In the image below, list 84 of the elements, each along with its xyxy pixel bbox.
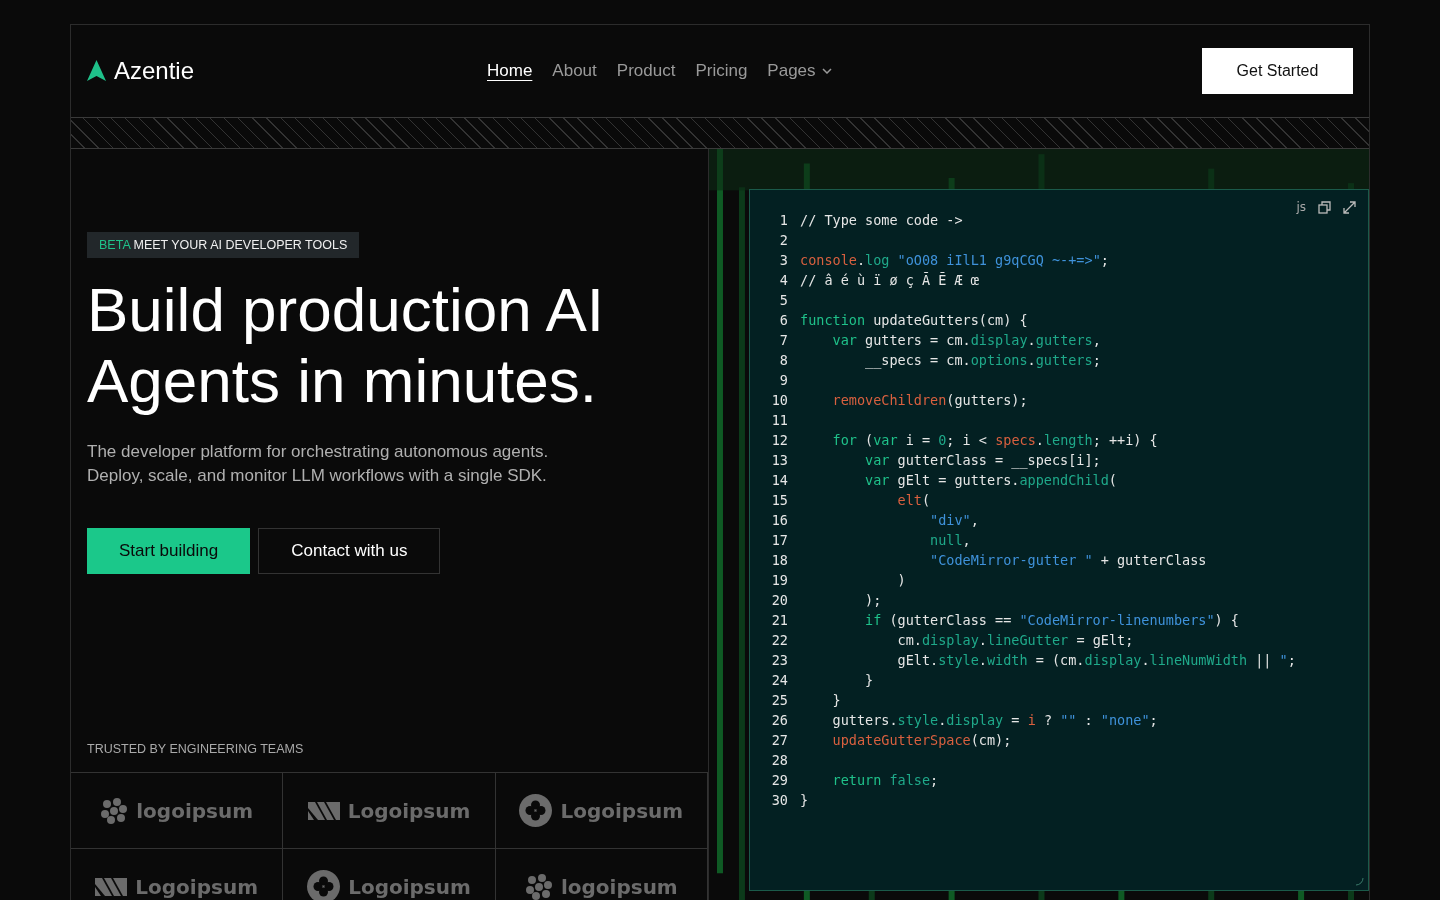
logo-name: Logoipsum bbox=[347, 798, 471, 823]
resize-handle-icon[interactable] bbox=[1354, 876, 1364, 886]
line-number: 21 bbox=[770, 612, 789, 628]
nav-link[interactable]: Pages bbox=[767, 61, 832, 81]
line-number: 1 bbox=[778, 212, 789, 228]
line-number: 20 bbox=[770, 592, 789, 608]
contact-button[interactable]: Contact with us bbox=[258, 528, 441, 574]
code-line: updateGutterSpace(cm); bbox=[831, 732, 1012, 748]
start-building-button[interactable]: Start building bbox=[87, 528, 251, 574]
code-line: console.log "oO08 iIlL1 g9qCGQ ~-+=>"; bbox=[800, 252, 1109, 268]
line-number: 25 bbox=[770, 692, 789, 708]
code-line: gElt.style.width = (cm.display.lineNumWidth || "; bbox=[896, 652, 1296, 668]
code-line: } bbox=[864, 672, 874, 688]
line-number: 28 bbox=[770, 752, 789, 768]
code-line: "CodeMirror-gutter " + gutterClass bbox=[929, 552, 1207, 568]
code-line: if (gutterClass == "CodeMirror-linenumbers") { bbox=[864, 612, 1239, 628]
line-number: 18 bbox=[770, 552, 789, 568]
stripes-logo-icon bbox=[307, 801, 340, 820]
brand-name[interactable]: Azentie bbox=[114, 57, 195, 85]
nav-link[interactable]: About bbox=[552, 61, 597, 81]
code-line: ); bbox=[864, 592, 882, 608]
logo-name: Logoipsum bbox=[560, 798, 684, 823]
line-number: 24 bbox=[770, 672, 789, 688]
line-number: 13 bbox=[770, 452, 789, 468]
dots-logo-icon bbox=[100, 797, 129, 824]
line-number: 16 bbox=[770, 512, 789, 528]
line-number: 15 bbox=[770, 492, 789, 508]
line-number: 5 bbox=[778, 292, 789, 308]
code-line: removeChildren(gutters); bbox=[831, 392, 1028, 408]
get-started-button[interactable]: Get Started bbox=[1202, 48, 1353, 94]
line-number: 4 bbox=[778, 272, 789, 288]
code-line: var gutterClass = __specs[i]; bbox=[864, 452, 1101, 468]
code-line: } bbox=[831, 692, 841, 708]
logo-name: Logoipsum bbox=[135, 874, 258, 899]
logo-name: Logoipsum bbox=[348, 874, 471, 899]
line-number: 30 bbox=[770, 792, 789, 808]
copy-icon[interactable] bbox=[1318, 200, 1331, 214]
trusted-label: TRUSTED BY ENGINEERING TEAMS bbox=[87, 742, 304, 756]
stripes-logo-icon bbox=[95, 877, 128, 896]
dots-logo-icon bbox=[524, 873, 553, 900]
code-line: for (var i = 0; i < specs.length; ++i) { bbox=[831, 432, 1158, 448]
circle-logo-icon bbox=[519, 794, 553, 827]
line-number: 9 bbox=[778, 372, 789, 388]
line-number: 14 bbox=[770, 472, 789, 488]
nav-link[interactable]: Product bbox=[616, 61, 676, 81]
code-line: var gutters = cm.display.gutters, bbox=[831, 332, 1101, 348]
arrow-logo-icon bbox=[87, 60, 106, 82]
line-number: 10 bbox=[770, 392, 789, 408]
language-label: js bbox=[1296, 200, 1306, 214]
announcement-badge: BETA MEET YOUR AI DEVELOPER TOOLS bbox=[87, 232, 360, 258]
code-line: null, bbox=[929, 532, 971, 548]
nav-link[interactable]: Pricing bbox=[695, 61, 748, 81]
hero-description: The developer platform for orchestrating autonomous agents. Deploy, scale, and monitor LLM workflows with a single SDK. bbox=[87, 441, 550, 487]
line-number: 17 bbox=[770, 532, 789, 548]
line-number: 26 bbox=[770, 712, 789, 728]
nav-link[interactable]: Home bbox=[487, 61, 533, 81]
code-line: return false; bbox=[831, 772, 939, 788]
code-line: cm.display.lineGutter = gElt; bbox=[896, 632, 1134, 648]
expand-icon[interactable] bbox=[1343, 200, 1356, 214]
logo-name: logoipsum bbox=[136, 798, 254, 823]
line-number: 29 bbox=[770, 772, 789, 788]
code-line: elt( bbox=[896, 492, 931, 508]
hero-title: Build production AI Agents in minutes. bbox=[87, 274, 605, 416]
code-line: gutters.style.display = i ? "" : "none"; bbox=[831, 712, 1158, 728]
code-line: // Type some code -> bbox=[800, 212, 963, 228]
code-line: __specs = cm.options.gutters; bbox=[864, 352, 1101, 368]
code-line: ) bbox=[896, 572, 906, 588]
line-number: 11 bbox=[770, 412, 789, 428]
line-number: 19 bbox=[770, 572, 789, 588]
line-number: 27 bbox=[770, 732, 789, 748]
line-number: 23 bbox=[770, 652, 789, 668]
logo-name: logoipsum bbox=[560, 874, 678, 899]
line-number: 7 bbox=[778, 332, 789, 348]
line-number: 22 bbox=[770, 632, 789, 648]
line-number: 8 bbox=[778, 352, 789, 368]
code-line: var gElt = gutters.appendChild( bbox=[864, 472, 1117, 488]
line-number: 2 bbox=[778, 232, 789, 248]
code-line: // â é ù ï ø ç Ã Ē Æ œ bbox=[800, 272, 979, 288]
code-line: function updateGutters(cm) { bbox=[800, 312, 1028, 328]
line-number: 6 bbox=[778, 312, 789, 328]
line-number: 3 bbox=[778, 252, 789, 268]
code-line: } bbox=[800, 792, 809, 808]
line-number: 12 bbox=[770, 432, 789, 448]
code-line: "div", bbox=[929, 512, 979, 528]
